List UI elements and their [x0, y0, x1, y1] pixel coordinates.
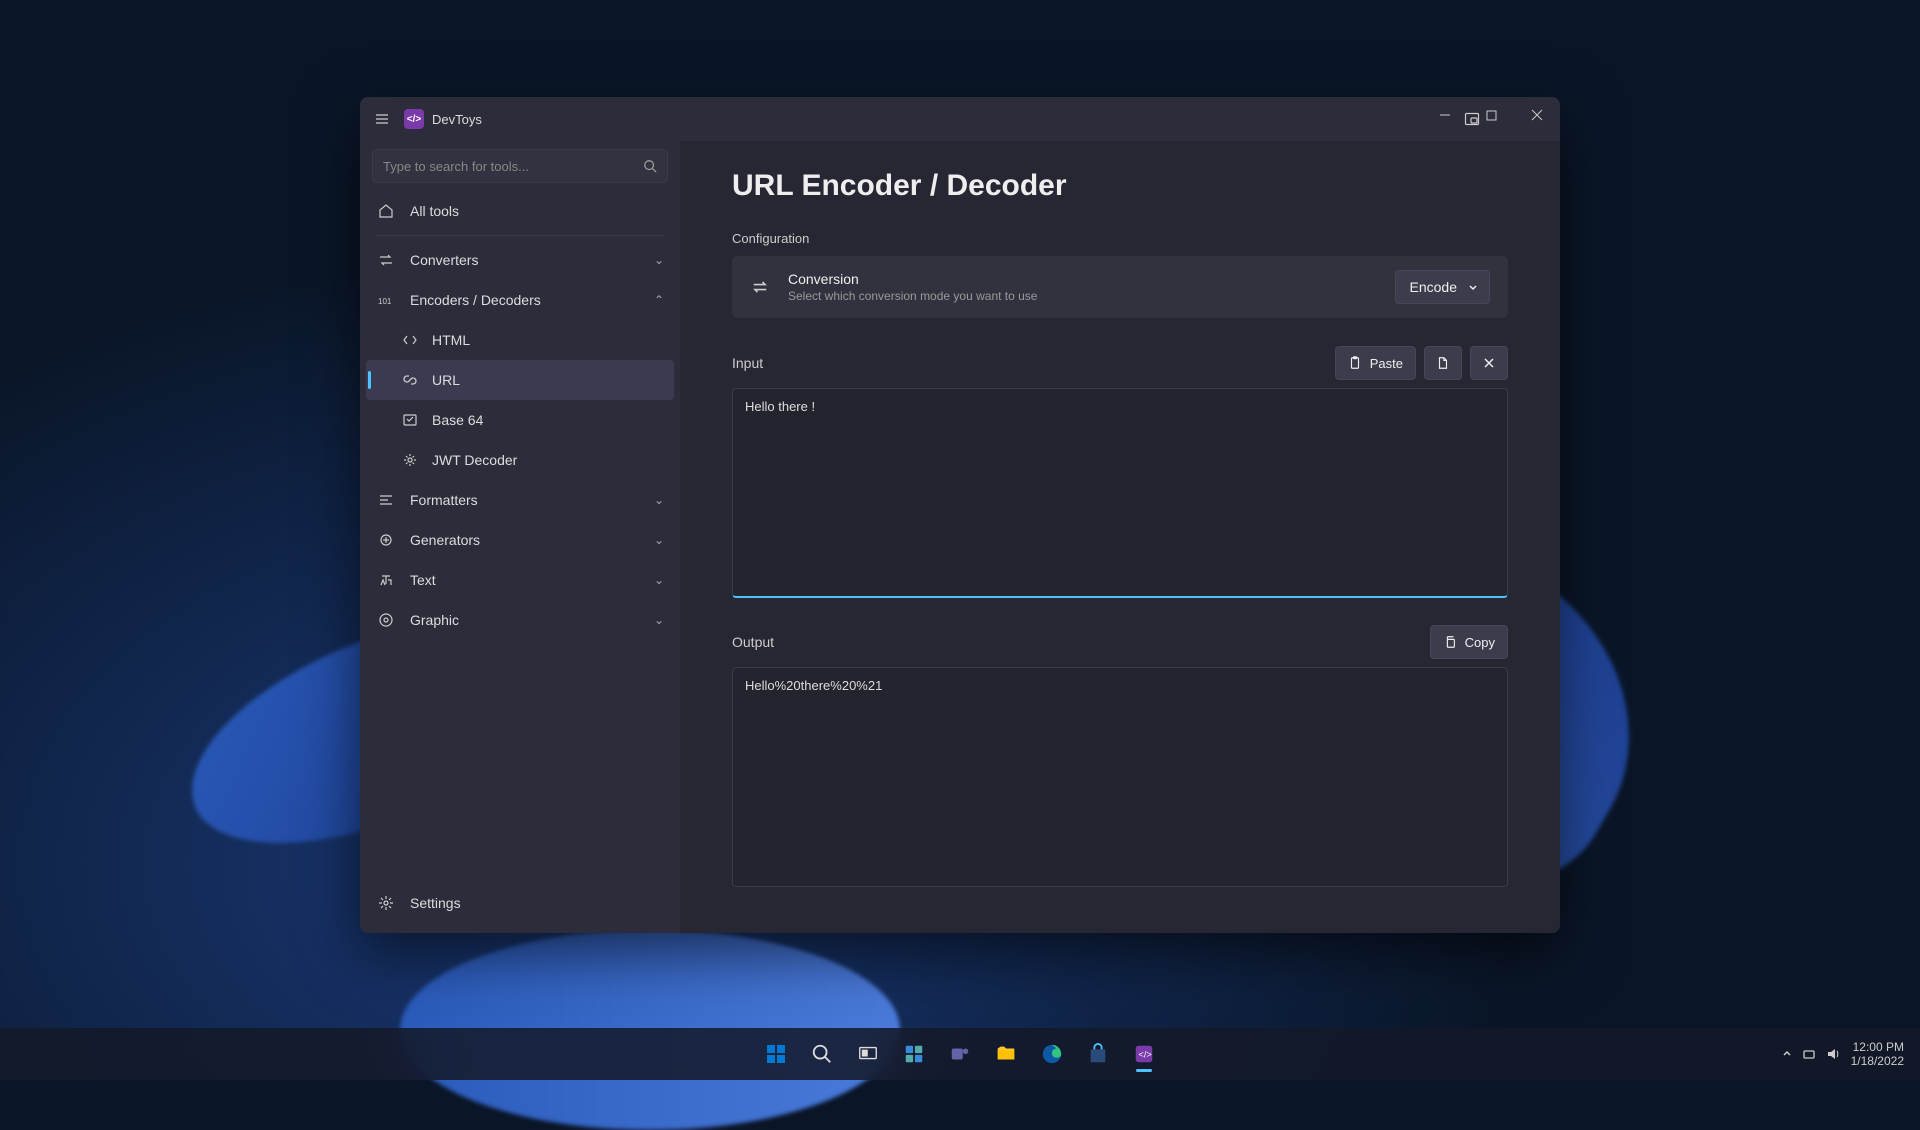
config-title: Conversion — [788, 271, 1395, 287]
titlebar: </> DevToys — [360, 97, 1560, 141]
system-tray: 12:00 PM 1/18/2022 — [1781, 1040, 1912, 1069]
conversion-mode-dropdown[interactable]: Encode — [1395, 270, 1490, 304]
sidebar-item-graphic[interactable]: Graphic ⌄ — [366, 600, 674, 640]
sidebar-item-label: Text — [410, 572, 654, 588]
file-icon — [1436, 356, 1450, 370]
sidebar-item-html[interactable]: HTML — [366, 320, 674, 360]
taskbar: </> 12:00 PM 1/18/2022 — [0, 1028, 1920, 1080]
input-textarea[interactable] — [732, 388, 1508, 598]
config-description: Select which conversion mode you want to… — [788, 289, 1395, 303]
close-button[interactable] — [1514, 97, 1560, 133]
sidebar-item-label: Converters — [410, 252, 654, 268]
sidebar-item-url[interactable]: URL — [366, 360, 674, 400]
copy-label: Copy — [1465, 635, 1495, 650]
settings-icon — [376, 895, 396, 911]
taskbar-devtoys-button[interactable]: </> — [1124, 1034, 1164, 1074]
link-icon — [400, 372, 420, 388]
tray-volume-icon[interactable] — [1825, 1046, 1841, 1062]
chevron-down-icon — [1467, 281, 1479, 293]
binary-icon: 101 — [376, 292, 396, 308]
taskbar-widgets-button[interactable] — [894, 1034, 934, 1074]
paste-button[interactable]: Paste — [1335, 346, 1416, 380]
tray-clock[interactable]: 12:00 PM 1/18/2022 — [1851, 1040, 1912, 1069]
taskbar-store-button[interactable] — [1078, 1034, 1118, 1074]
tray-network-icon[interactable] — [1801, 1046, 1817, 1062]
sidebar-item-label: Formatters — [410, 492, 654, 508]
svg-text:101: 101 — [378, 297, 392, 306]
sidebar-item-label: Generators — [410, 532, 654, 548]
sidebar: All tools Converters ⌄ 101 Encoders / De… — [360, 141, 680, 933]
copy-button[interactable]: Copy — [1430, 625, 1508, 659]
sidebar-item-label: Encoders / Decoders — [410, 292, 654, 308]
main-content: URL Encoder / Decoder Configuration Conv… — [680, 141, 1560, 933]
taskbar-edge-button[interactable] — [1032, 1034, 1072, 1074]
sidebar-item-label: JWT Decoder — [432, 452, 664, 468]
search-icon — [643, 159, 657, 173]
sparkle-icon — [376, 532, 396, 548]
svg-text:</>: </> — [1139, 1050, 1152, 1060]
open-file-button[interactable] — [1424, 346, 1462, 380]
chevron-down-icon: ⌄ — [654, 613, 664, 627]
gear-icon — [400, 452, 420, 468]
minimize-button[interactable] — [1422, 97, 1468, 133]
output-textarea[interactable] — [732, 667, 1508, 887]
taskbar-taskview-button[interactable] — [848, 1034, 888, 1074]
output-label: Output — [732, 634, 774, 650]
sidebar-item-all-tools[interactable]: All tools — [366, 191, 674, 231]
input-label: Input — [732, 355, 763, 371]
tray-time: 12:00 PM — [1851, 1040, 1904, 1054]
search-input[interactable] — [383, 159, 643, 174]
sidebar-item-label: Base 64 — [432, 412, 664, 428]
clipboard-icon — [1348, 356, 1362, 370]
app-title: DevToys — [432, 112, 482, 127]
convert-icon — [376, 252, 396, 268]
sidebar-item-label: All tools — [410, 203, 664, 219]
chevron-down-icon: ⌄ — [654, 573, 664, 587]
page-title: URL Encoder / Decoder — [732, 169, 1508, 203]
chevron-up-icon: ⌃ — [654, 293, 664, 307]
align-icon — [376, 492, 396, 508]
clear-button[interactable] — [1470, 346, 1508, 380]
sidebar-item-label: HTML — [432, 332, 664, 348]
search-box[interactable] — [372, 149, 668, 183]
taskbar-search-button[interactable] — [802, 1034, 842, 1074]
sidebar-item-jwt[interactable]: JWT Decoder — [366, 440, 674, 480]
app-logo-icon: </> — [404, 109, 424, 129]
sidebar-item-label: Settings — [410, 895, 664, 911]
text-icon — [376, 572, 396, 588]
copy-icon — [1443, 635, 1457, 649]
chevron-down-icon: ⌄ — [654, 533, 664, 547]
sidebar-item-text[interactable]: Text ⌄ — [366, 560, 674, 600]
chevron-down-icon: ⌄ — [654, 493, 664, 507]
chevron-down-icon: ⌄ — [654, 253, 664, 267]
taskbar-teams-button[interactable] — [940, 1034, 980, 1074]
hamburger-button[interactable] — [368, 105, 396, 133]
tray-date: 1/18/2022 — [1851, 1054, 1904, 1068]
home-icon — [376, 203, 396, 219]
taskbar-start-button[interactable] — [756, 1034, 796, 1074]
tray-chevron-icon[interactable] — [1781, 1048, 1793, 1060]
base64-icon — [400, 412, 420, 428]
maximize-button[interactable] — [1468, 97, 1514, 133]
close-icon — [1482, 356, 1496, 370]
code-icon — [400, 332, 420, 348]
sidebar-item-generators[interactable]: Generators ⌄ — [366, 520, 674, 560]
paste-label: Paste — [1370, 356, 1403, 371]
taskbar-explorer-button[interactable] — [986, 1034, 1026, 1074]
config-card: Conversion Select which conversion mode … — [732, 256, 1508, 318]
dropdown-value: Encode — [1410, 279, 1457, 295]
app-window: </> DevToys All tools — [360, 97, 1560, 933]
image-icon — [376, 612, 396, 628]
sidebar-item-label: URL — [432, 372, 664, 388]
sidebar-item-converters[interactable]: Converters ⌄ — [366, 240, 674, 280]
swap-icon — [750, 277, 770, 297]
sidebar-item-label: Graphic — [410, 612, 654, 628]
sidebar-item-encoders[interactable]: 101 Encoders / Decoders ⌃ — [366, 280, 674, 320]
sidebar-item-base64[interactable]: Base 64 — [366, 400, 674, 440]
sidebar-item-settings[interactable]: Settings — [366, 883, 674, 923]
config-section-label: Configuration — [732, 231, 1508, 246]
sidebar-item-formatters[interactable]: Formatters ⌄ — [366, 480, 674, 520]
